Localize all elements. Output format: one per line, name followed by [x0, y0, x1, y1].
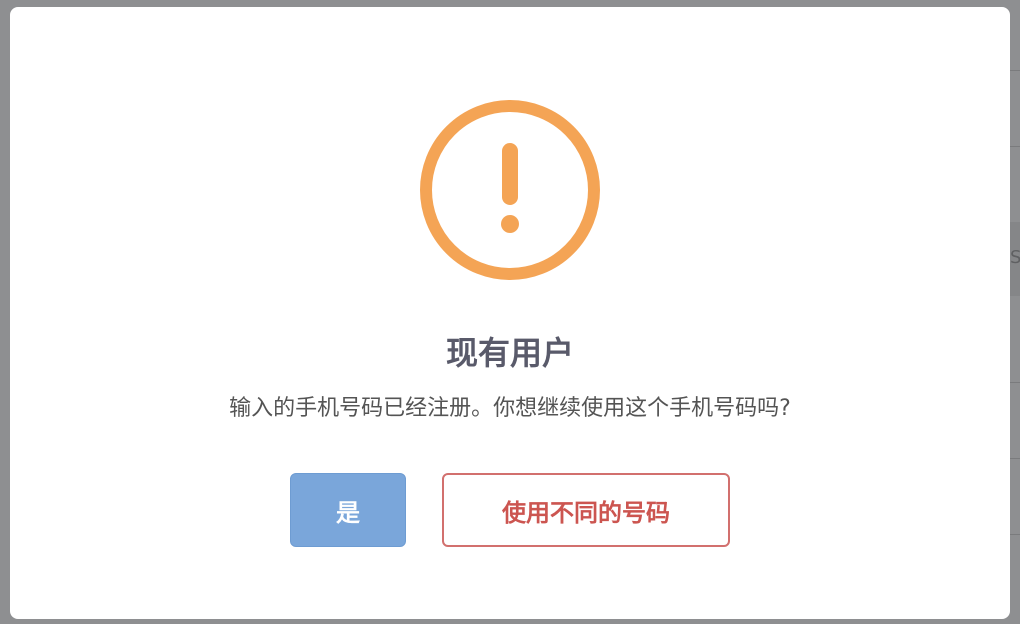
existing-user-dialog: 现有用户 输入的手机号码已经注册。你想继续使用这个手机号码吗? 是 使用不同的号…	[10, 7, 1010, 619]
confirm-button[interactable]: 是	[290, 473, 406, 547]
warning-icon	[420, 100, 600, 280]
dialog-title: 现有用户	[445, 334, 574, 372]
background-partial-text: S	[1010, 247, 1020, 268]
dialog-message: 输入的手机号码已经注册。你想继续使用这个手机号码吗?	[229, 396, 791, 421]
use-different-number-button[interactable]: 使用不同的号码	[442, 473, 730, 547]
